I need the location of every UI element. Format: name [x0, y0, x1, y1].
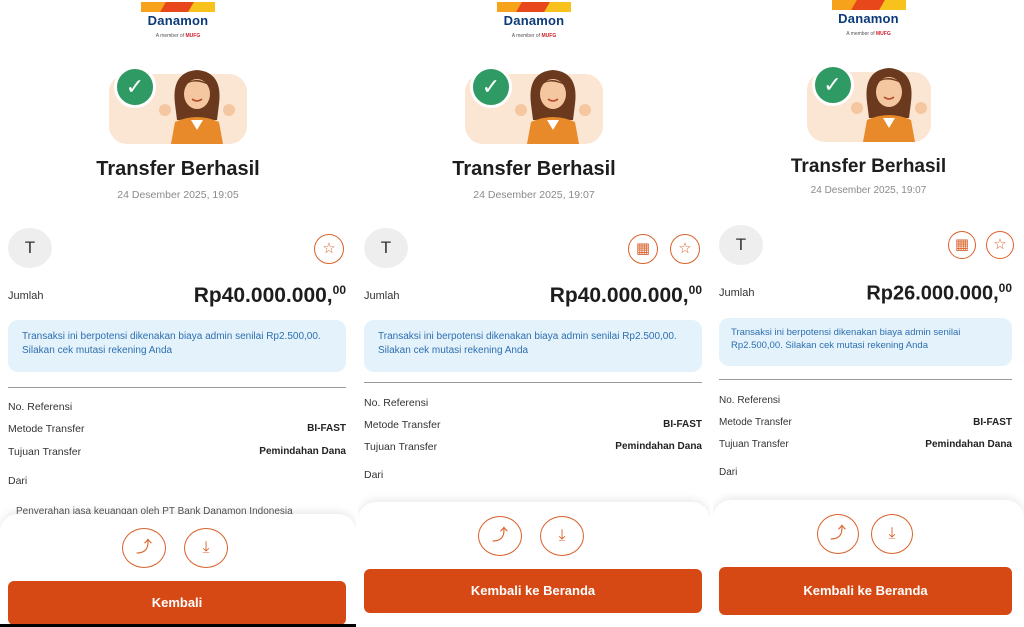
success-illustration: ✓ — [109, 64, 247, 144]
action-sheet: ⤴ ⤓ Kembali — [0, 514, 356, 627]
transaction-datetime: 24 Desember 2025, 19:07 — [473, 189, 595, 201]
detail-row-method: Metode Transfer BI-FAST — [719, 417, 1012, 428]
woman-illustration — [159, 70, 235, 144]
favorite-button[interactable]: ☆ — [314, 234, 344, 264]
transaction-datetime: 24 Desember 2025, 19:07 — [810, 185, 927, 196]
detail-row-from: Dari — [8, 475, 28, 487]
amount-value: Rp26.000.000,00 — [866, 281, 1012, 305]
brand-subtitle: A member of MUFG — [155, 33, 201, 39]
divider — [719, 379, 1012, 380]
brand-name: Danamon — [503, 13, 565, 28]
page-title: Transfer Berhasil — [96, 158, 260, 180]
detail-row-purpose: Tujuan Transfer Pemindahan Dana — [719, 439, 1012, 450]
brand-name: Danamon — [147, 13, 209, 28]
share-icon: ⤴ — [491, 527, 508, 544]
divider — [364, 382, 702, 383]
schedule-button[interactable]: ▦ — [628, 234, 658, 264]
avatar: T — [719, 225, 763, 265]
avatar: T — [8, 228, 52, 268]
mufg-label: MUFG — [541, 33, 557, 39]
amount-label: Jumlah — [719, 287, 755, 299]
amount-cents: 00 — [998, 281, 1012, 295]
detail-row-from: Dari — [719, 467, 738, 478]
back-to-home-button[interactable]: Kembali ke Beranda — [719, 567, 1012, 615]
detail-row-from: Dari — [364, 469, 384, 481]
calendar-icon: ▦ — [635, 240, 651, 257]
check-icon: ✓ — [114, 66, 156, 108]
amount-label: Jumlah — [364, 290, 400, 302]
page-title: Transfer Berhasil — [452, 158, 616, 180]
mufg-label: MUFG — [185, 33, 201, 39]
logo-stripes — [141, 2, 215, 12]
divider — [8, 387, 346, 388]
star-icon: ☆ — [678, 240, 692, 257]
star-icon: ☆ — [993, 236, 1007, 253]
favorite-button[interactable]: ☆ — [986, 231, 1014, 259]
download-icon: ⤓ — [888, 525, 896, 542]
back-to-home-button[interactable]: Kembali ke Beranda — [364, 569, 702, 613]
avatar: T — [364, 228, 408, 268]
admin-fee-notice: Transaksi ini berpotensi dikenakan biaya… — [364, 320, 702, 372]
share-icon: ⤴ — [135, 539, 152, 556]
success-illustration: ✓ — [465, 64, 603, 144]
download-button[interactable]: ⤓ — [871, 514, 913, 554]
mufg-label: MUFG — [876, 31, 891, 37]
share-button[interactable]: ⤴ — [478, 516, 522, 556]
share-icon: ⤴ — [829, 525, 846, 542]
amount-value: Rp40.000.000,00 — [193, 283, 346, 307]
receipt-panel-1: Danamon A member of MUFG ✓ Transfer Berh… — [0, 0, 356, 627]
amount-label: Jumlah — [8, 290, 44, 302]
star-icon: ☆ — [322, 240, 336, 257]
download-icon: ⤓ — [558, 527, 566, 544]
brand-subtitle: A member of MUFG — [511, 33, 557, 39]
detail-row-reference: No. Referensi — [719, 395, 781, 406]
download-button[interactable]: ⤓ — [184, 528, 228, 568]
share-button[interactable]: ⤴ — [122, 528, 166, 568]
amount-cents: 00 — [688, 283, 702, 297]
receipt-panel-3: Danamon A member of MUFG ✓ Transfer Berh… — [713, 0, 1024, 627]
amount-cents: 00 — [332, 283, 346, 297]
download-icon: ⤓ — [202, 539, 210, 556]
admin-fee-notice: Transaksi ini berpotensi dikenakan biaya… — [719, 318, 1012, 366]
danamon-logo: Danamon A member of MUFG — [496, 2, 572, 42]
detail-row-reference: No. Referensi — [364, 397, 429, 409]
danamon-logo: Danamon A member of MUFG — [140, 2, 216, 42]
woman-illustration — [515, 70, 591, 144]
success-illustration: ✓ — [806, 62, 931, 142]
receipt-panel-2: Danamon A member of MUFG ✓ Transfer Berh… — [358, 0, 710, 627]
page-title: Transfer Berhasil — [790, 156, 947, 177]
brand-name: Danamon — [838, 11, 899, 26]
transaction-datetime: 24 Desember 2025, 19:05 — [117, 189, 239, 201]
amount-value: Rp40.000.000,00 — [549, 283, 702, 307]
action-sheet: ⤴ ⤓ Kembali ke Beranda — [358, 502, 710, 627]
detail-row-method: Metode Transfer BI-FAST — [8, 423, 346, 435]
admin-fee-notice: Transaksi ini berpotensi dikenakan biaya… — [8, 320, 346, 372]
share-button[interactable]: ⤴ — [817, 514, 859, 554]
check-icon: ✓ — [470, 66, 512, 108]
back-button[interactable]: Kembali — [8, 581, 346, 625]
schedule-button[interactable]: ▦ — [948, 231, 976, 259]
brand-subtitle: A member of MUFG — [846, 31, 891, 37]
detail-row-method: Metode Transfer BI-FAST — [364, 419, 702, 431]
detail-row-purpose: Tujuan Transfer Pemindahan Dana — [364, 441, 702, 453]
action-sheet: ⤴ ⤓ Kembali ke Beranda — [713, 500, 1024, 627]
check-icon: ✓ — [811, 64, 854, 106]
logo-stripes — [831, 0, 906, 10]
calendar-icon: ▦ — [954, 236, 970, 253]
woman-illustration — [850, 68, 927, 142]
danamon-logo: Danamon A member of MUFG — [831, 0, 907, 40]
detail-row-reference: No. Referensi — [8, 401, 73, 413]
logo-stripes — [497, 2, 571, 12]
detail-row-purpose: Tujuan Transfer Pemindahan Dana — [8, 446, 346, 458]
favorite-button[interactable]: ☆ — [670, 234, 700, 264]
download-button[interactable]: ⤓ — [540, 516, 584, 556]
